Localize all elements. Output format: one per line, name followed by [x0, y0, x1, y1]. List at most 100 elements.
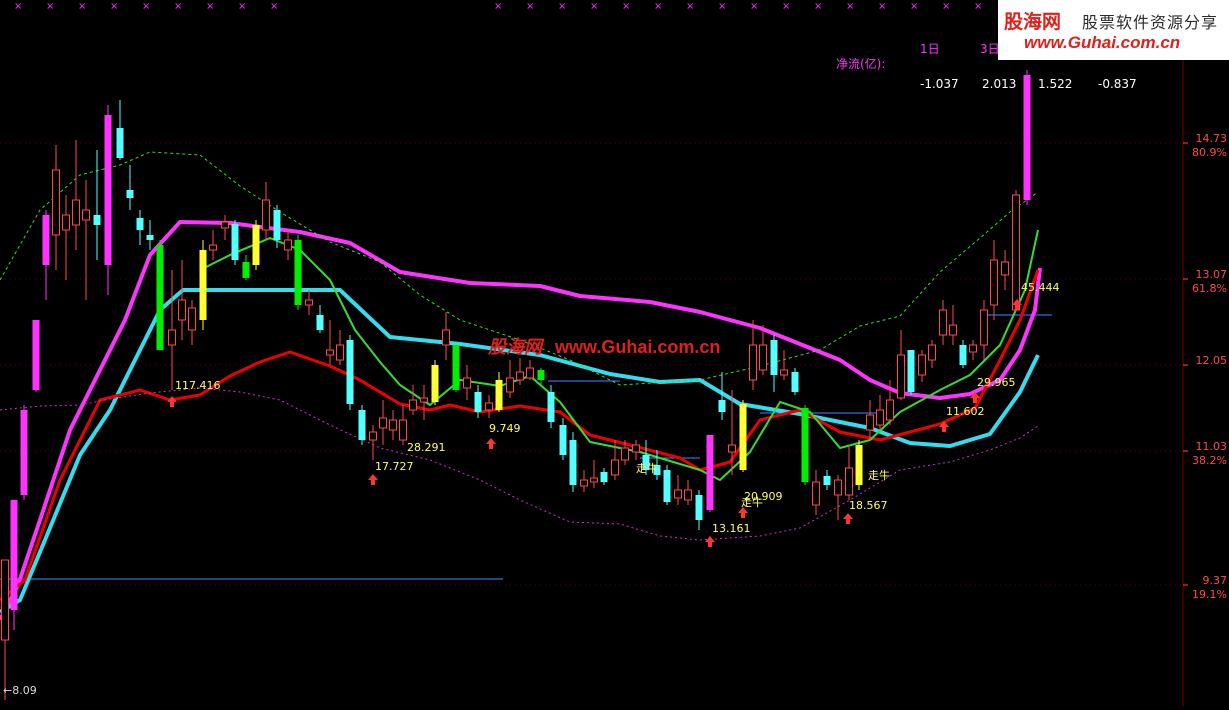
candle-body	[474, 392, 482, 412]
candle-body	[136, 218, 144, 230]
top-tick-mark: ×	[654, 1, 662, 12]
annotation-label: 11.602	[946, 405, 985, 418]
candle-body	[621, 447, 629, 461]
annotation-label: 29.965	[977, 376, 1016, 389]
candle-body	[791, 372, 799, 392]
up-arrow-icon	[368, 474, 378, 485]
candle-body	[706, 435, 714, 510]
candle-body	[273, 210, 281, 240]
candle-body	[32, 320, 40, 390]
annotation-label: 117.416	[175, 379, 221, 392]
annotation-label: 13.161	[712, 522, 751, 535]
candle-body	[431, 365, 439, 402]
candle-body	[52, 169, 60, 236]
day3-label: 3日	[980, 42, 1000, 56]
day1-label: 1日	[920, 42, 940, 56]
candlestick-chart[interactable]: × × × × × × × × × × × × × × × × × × × × × × × × × 117.416 17.727 2…	[0, 0, 1229, 706]
candle-body	[1001, 261, 1009, 276]
candle-body	[1, 559, 9, 641]
watermark-url: www.Guhai.com.cn	[555, 337, 721, 357]
candle-body	[316, 315, 324, 330]
candle-body	[485, 402, 493, 411]
top-tick-mark: ×	[526, 1, 534, 12]
candle-body	[569, 440, 577, 485]
candle-body	[559, 425, 567, 455]
annotation-label: 17.727	[375, 460, 414, 473]
candle-body	[526, 367, 534, 379]
candles-layer	[1, 70, 1031, 700]
candle-body	[918, 354, 926, 376]
top-tick-mark: ×	[686, 1, 694, 12]
candle-body	[452, 345, 460, 390]
y-tick-label: 12.05	[1196, 354, 1228, 367]
flow-value-4: -0.837	[1098, 77, 1137, 91]
top-tick-mark: ×	[910, 1, 918, 12]
top-tick-mark: ×	[878, 1, 886, 12]
y-tick-label: 13.07	[1196, 268, 1228, 281]
candle-body	[834, 479, 842, 496]
candle-body	[252, 225, 260, 265]
y-tick-pct: 80.9%	[1192, 146, 1227, 159]
y-tick-pct: 38.2%	[1192, 454, 1227, 467]
candle-body	[537, 370, 545, 380]
logo-subtitle: 股票软件资源分享	[1082, 13, 1219, 32]
y-tick-label: 14.73	[1196, 132, 1228, 145]
signal-label: 走牛	[741, 495, 763, 509]
candle-body	[104, 115, 112, 265]
candle-body	[739, 404, 747, 470]
logo-name: 股海网	[1004, 11, 1062, 33]
candle-body	[580, 479, 588, 487]
candle-body	[358, 410, 366, 440]
candle-body	[156, 245, 164, 350]
top-tick-mark: ×	[14, 1, 22, 12]
candle-body	[695, 495, 703, 520]
candle-body	[369, 431, 377, 441]
top-tick-mark: ×	[78, 1, 86, 12]
candle-body	[168, 329, 176, 346]
candle-body	[845, 467, 853, 496]
candle-body	[1023, 75, 1031, 200]
candle-body	[780, 369, 788, 376]
candle-body	[907, 350, 915, 392]
candle-body	[389, 419, 397, 431]
flow-value-1: -1.037	[920, 77, 959, 91]
net-flow-label: 净流(亿):	[836, 57, 886, 71]
signal-label: 走牛	[636, 461, 658, 475]
candle-body	[199, 250, 207, 320]
candle-body	[231, 224, 239, 260]
candle-body	[93, 215, 101, 225]
candle-body	[20, 410, 28, 495]
top-tick-mark: ×	[46, 1, 54, 12]
top-tick-mark: ×	[110, 1, 118, 12]
candle-body	[209, 244, 217, 251]
candle-body	[409, 399, 417, 411]
annotation-label: 45.444	[1021, 281, 1060, 294]
top-tick-mark: ×	[494, 1, 502, 12]
candle-body	[897, 354, 905, 399]
candle-body	[1012, 194, 1020, 311]
candle-body	[770, 340, 778, 375]
candle-body	[42, 215, 50, 265]
candle-body	[855, 445, 863, 485]
candle-body	[336, 344, 344, 361]
candle-body	[990, 259, 998, 306]
candle-body	[116, 128, 124, 158]
top-tick-mark: ×	[206, 1, 214, 12]
y-tick-label: 11.03	[1196, 440, 1228, 453]
annotation-label: 18.567	[849, 499, 888, 512]
candle-body	[728, 444, 736, 453]
candle-body	[718, 400, 726, 412]
candle-body	[284, 239, 292, 251]
watermark: 股海网 www.Guhai.com.cn	[488, 333, 720, 359]
candle-body	[516, 371, 524, 381]
candle-body	[463, 377, 471, 389]
flow-value-3: 1.522	[1038, 77, 1073, 91]
candle-body	[242, 262, 250, 278]
candle-body	[801, 408, 809, 482]
up-arrow-icon	[705, 536, 715, 547]
top-tick-mark: ×	[142, 1, 150, 12]
y-tick-pct: 19.1%	[1192, 588, 1227, 601]
candle-body	[959, 345, 967, 365]
candle-body	[326, 349, 334, 356]
y-tick-pct: 61.8%	[1192, 282, 1227, 295]
